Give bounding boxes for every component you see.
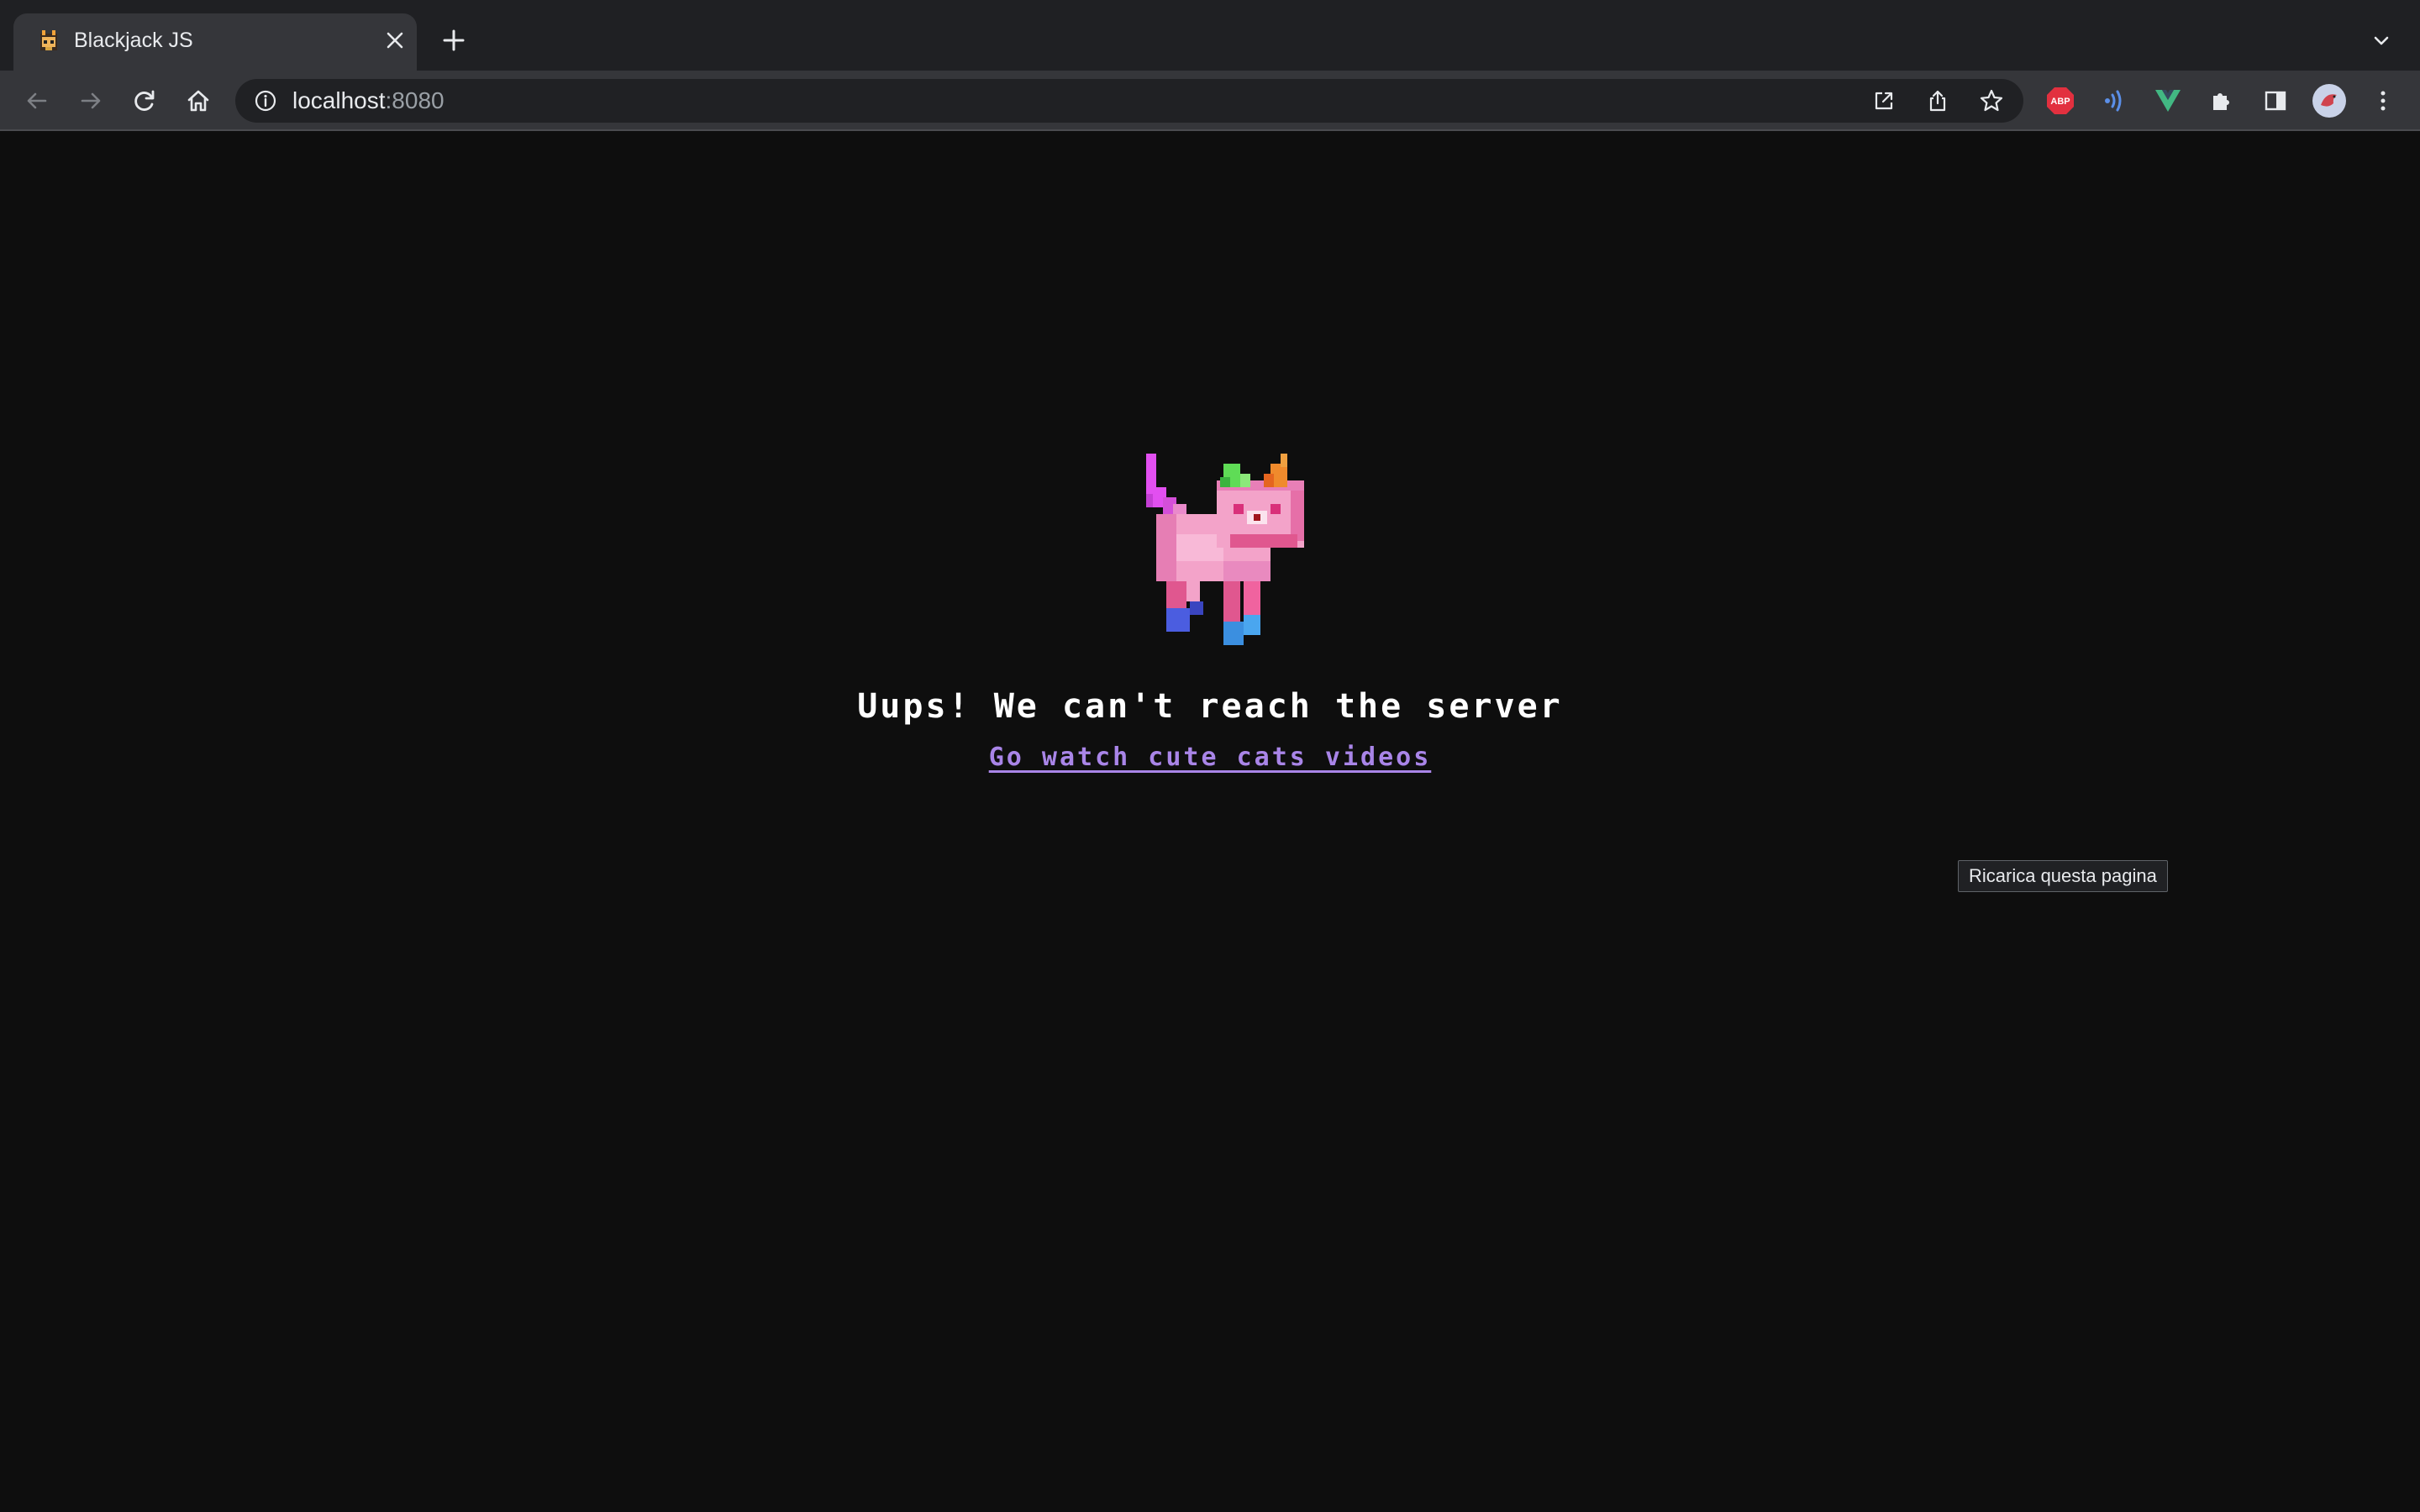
close-tab-icon[interactable]: [380, 25, 410, 55]
tab-search-chevron-down-icon[interactable]: [2366, 25, 2396, 55]
vue-devtools-icon[interactable]: [2149, 82, 2186, 119]
profile-avatar[interactable]: [2311, 82, 2348, 119]
address-bar[interactable]: localhost:8080: [235, 79, 2023, 123]
page-viewport: Uups! We can't reach the server Go watch…: [0, 133, 2420, 1512]
pixel-cat-illustration: [1146, 454, 1304, 645]
url-text[interactable]: localhost:8080: [292, 79, 445, 123]
audio-waves-extension-icon[interactable]: [2096, 82, 2133, 119]
url-host: localhost: [292, 87, 386, 113]
forward-arrow-icon[interactable]: [72, 82, 109, 119]
tab-strip: Blackjack JS: [0, 0, 2420, 71]
share-icon[interactable]: [1921, 84, 1954, 118]
back-arrow-icon[interactable]: [18, 82, 55, 119]
home-icon[interactable]: [180, 82, 217, 119]
blackjack-favicon-icon: [35, 27, 62, 54]
active-tab[interactable]: Blackjack JS: [13, 13, 417, 71]
url-port: :8080: [385, 87, 445, 113]
browser-menu-icon[interactable]: [2365, 82, 2402, 119]
error-message: Uups! We can't reach the server: [857, 687, 1563, 726]
svg-text:ABP: ABP: [2050, 97, 2070, 107]
reload-tooltip: Ricarica questa pagina: [1958, 860, 2168, 892]
extensions-puzzle-icon[interactable]: [2203, 82, 2240, 119]
bookmark-star-icon[interactable]: [1975, 84, 2008, 118]
new-tab-plus-icon[interactable]: [437, 24, 471, 57]
cute-cats-videos-link[interactable]: Go watch cute cats videos: [989, 743, 1432, 772]
site-info-icon[interactable]: [252, 87, 279, 114]
tab-title: Blackjack JS: [74, 29, 193, 52]
open-in-new-window-icon[interactable]: [1867, 84, 1901, 118]
reload-icon[interactable]: [126, 82, 163, 119]
side-panel-icon[interactable]: [2257, 82, 2294, 119]
adblock-plus-icon[interactable]: ABP: [2042, 82, 2079, 119]
browser-toolbar: localhost:8080 ABP: [0, 71, 2420, 131]
